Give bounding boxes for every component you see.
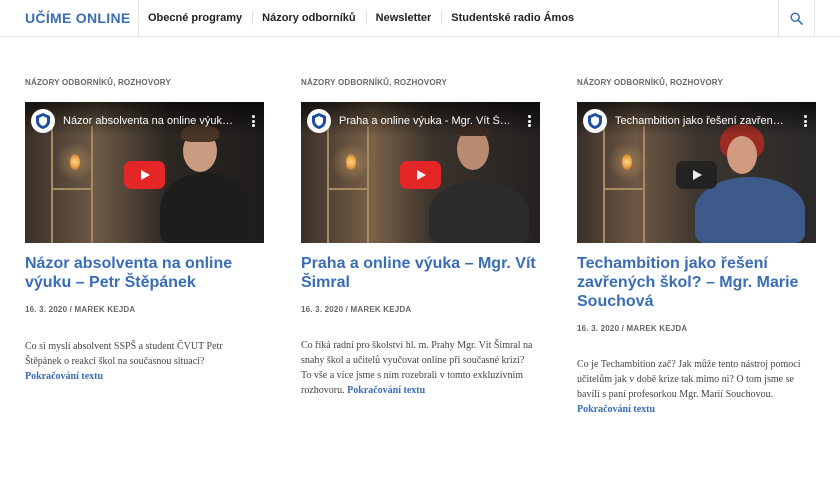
video-embed[interactable]: Praha a online výuka - Mgr. Vít Š… (301, 102, 540, 243)
main-nav: Obecné programy Názory odborníků Newslet… (148, 0, 593, 36)
channel-logo-icon[interactable] (583, 109, 607, 133)
post-excerpt: Co si myslí absolvent SSPŠ a student ČVU… (25, 339, 260, 384)
video-embed[interactable]: Názor absolventa na online výuk… (25, 102, 264, 243)
video-title[interactable]: Praha a online výuka - Mgr. Vít Š… (339, 115, 509, 127)
excerpt-text: Co je Techambition zač? Jak může tento n… (577, 359, 801, 400)
category-link[interactable]: ROZHOVORY (118, 78, 171, 87)
play-icon (692, 170, 702, 180)
post-categories: NÁZORY ODBORNÍKŮ, ROZHOVORY (301, 78, 448, 87)
post-excerpt: Co říká radní pro školství hl. m. Prahy … (301, 338, 536, 398)
post-excerpt: Co je Techambition zač? Jak může tento n… (577, 357, 812, 417)
read-more-link[interactable]: Pokračování textu (577, 404, 655, 415)
read-more-link[interactable]: Pokračování textu (25, 371, 103, 382)
post-title[interactable]: Praha a online výuka – Mgr. Vít Šimral (301, 254, 546, 292)
post-categories: NÁZORY ODBORNÍKŮ, ROZHOVORY (577, 78, 724, 87)
channel-logo-icon[interactable] (307, 109, 331, 133)
search-button[interactable] (778, 0, 815, 36)
site-header: UČÍME ONLINE Obecné programy Názory odbo… (0, 0, 840, 37)
post-title[interactable]: Názor absolventa na online výuku – Petr … (25, 254, 270, 292)
video-title[interactable]: Techambition jako řešení zavřen… (615, 115, 785, 127)
video-embed[interactable]: Techambition jako řešení zavřen… (577, 102, 816, 243)
category-link[interactable]: ROZHOVORY (670, 78, 723, 87)
nav-item-newsletter[interactable]: Newsletter (376, 11, 443, 25)
nav-item-studentske-radio[interactable]: Studentské radio Ámos (451, 11, 584, 25)
category-link[interactable]: NÁZORY ODBORNÍKŮ (25, 78, 113, 87)
excerpt-text: Co si myslí absolvent SSPŠ a student ČVU… (25, 341, 223, 367)
play-icon (416, 170, 426, 180)
post-meta: 16. 3. 2020 / MAREK KEJDA (301, 305, 412, 314)
category-link[interactable]: ROZHOVORY (394, 78, 447, 87)
post-meta: 16. 3. 2020 / MAREK KEJDA (25, 305, 136, 314)
video-title[interactable]: Názor absolventa na online výuk… (63, 115, 233, 127)
post-title[interactable]: Techambition jako řešení zavřených škol?… (577, 254, 822, 311)
kebab-menu-icon[interactable] (526, 115, 532, 127)
channel-logo-icon[interactable] (31, 109, 55, 133)
post-card: NÁZORY ODBORNÍKŮ, ROZHOVORY Názor absolv… (25, 78, 265, 382)
play-button[interactable] (676, 161, 717, 189)
read-more-link[interactable]: Pokračování textu (347, 385, 425, 396)
post-card: NÁZORY ODBORNÍKŮ, ROZHOVORY Praha a onli… (301, 78, 541, 396)
post-categories: NÁZORY ODBORNÍKŮ, ROZHOVORY (25, 78, 172, 87)
category-link[interactable]: NÁZORY ODBORNÍKŮ (577, 78, 665, 87)
nav-item-nazory-odborniku[interactable]: Názory odborníků (262, 11, 367, 25)
nav-divider (138, 0, 139, 36)
kebab-menu-icon[interactable] (250, 115, 256, 127)
play-button[interactable] (400, 161, 441, 189)
search-icon (790, 11, 803, 25)
category-link[interactable]: NÁZORY ODBORNÍKŮ (301, 78, 389, 87)
kebab-menu-icon[interactable] (802, 115, 808, 127)
play-icon (140, 170, 150, 180)
post-card: NÁZORY ODBORNÍKŮ, ROZHOVORY Techambition… (577, 78, 817, 415)
nav-item-obecne-programy[interactable]: Obecné programy (148, 11, 254, 25)
site-logo[interactable]: UČÍME ONLINE (25, 10, 131, 26)
play-button[interactable] (124, 161, 165, 189)
post-meta: 16. 3. 2020 / MAREK KEJDA (577, 324, 688, 333)
